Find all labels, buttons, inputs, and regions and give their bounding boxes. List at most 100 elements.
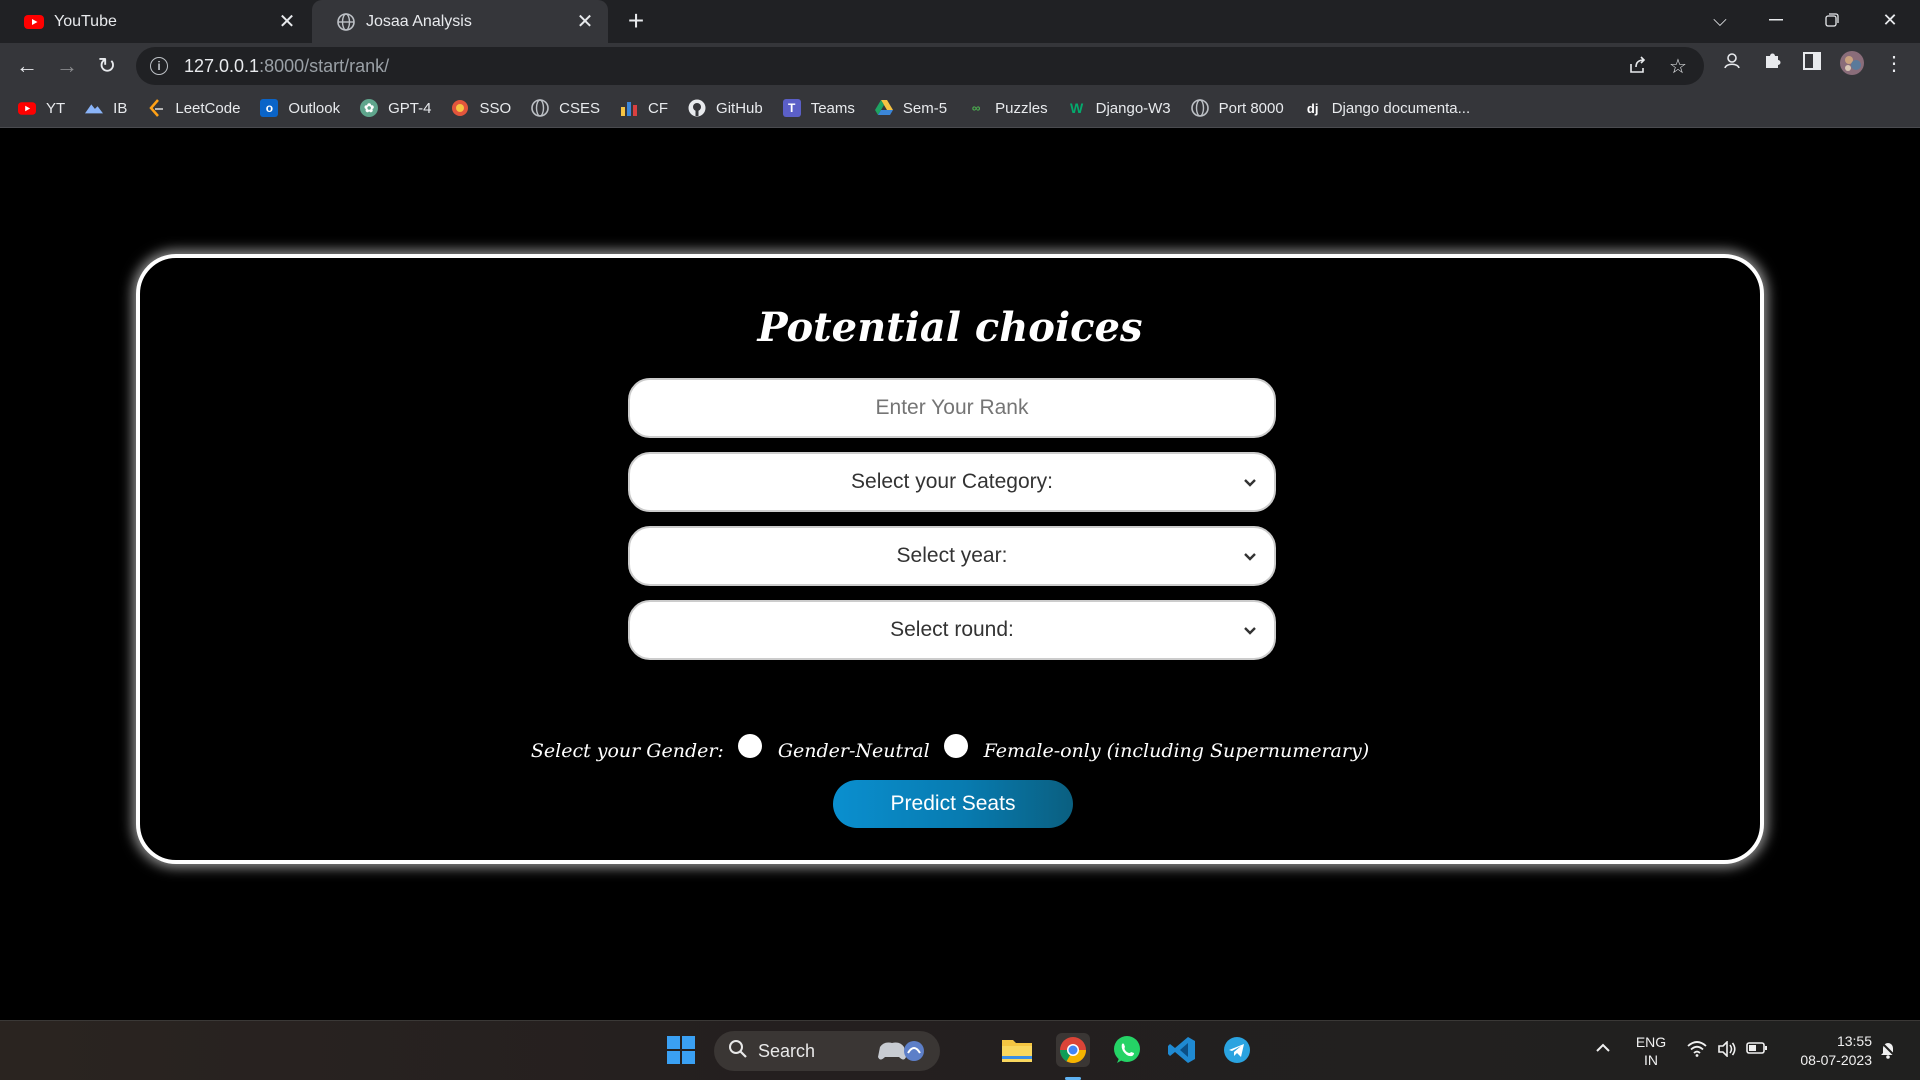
close-window-icon[interactable]: ✕ — [1862, 0, 1918, 40]
share-icon[interactable] — [1626, 55, 1650, 79]
youtube-icon — [18, 99, 36, 117]
notification-bell-icon[interactable] — [1876, 1039, 1900, 1063]
bookmark-gpt-4[interactable]: ✿ GPT-4 — [360, 99, 431, 117]
gender-neutral-radio[interactable] — [737, 734, 762, 758]
vscode-icon[interactable] — [1165, 1033, 1199, 1067]
chrome-icon[interactable] — [1056, 1033, 1090, 1067]
time: 13:55 — [1836, 1033, 1872, 1049]
predict-seats-button[interactable]: Predict Seats — [833, 780, 1073, 828]
bookmark-django-documentation[interactable]: dj Django documenta... — [1304, 99, 1470, 117]
reload-icon[interactable]: ↻ — [92, 51, 122, 81]
youtube-icon — [24, 12, 44, 32]
url-host: 127.0.0.1 — [184, 55, 260, 76]
file-explorer-icon[interactable] — [1000, 1033, 1034, 1067]
taskbar-search[interactable]: Search — [714, 1031, 940, 1071]
tab-youtube[interactable]: YouTube ✕ — [0, 0, 310, 43]
battery-icon[interactable] — [1746, 1041, 1768, 1059]
rank-input[interactable]: Enter Your Rank — [628, 378, 1276, 438]
menu-kebab-icon[interactable]: ⋮ — [1880, 50, 1908, 78]
female-only-label[interactable]: Female-only (including Supernumerary) — [984, 740, 1369, 762]
bookmark-sso[interactable]: SSO — [451, 99, 511, 117]
chevron-down-icon — [1240, 472, 1260, 492]
game-controller-icon — [876, 1037, 926, 1070]
female-only-radio[interactable] — [943, 734, 968, 758]
globe-icon — [1190, 99, 1209, 117]
volume-icon[interactable] — [1716, 1040, 1738, 1061]
forward-icon[interactable]: → — [52, 51, 82, 81]
bookmark-cf[interactable]: CF — [620, 99, 668, 117]
year-select-label: Select year: — [896, 544, 1008, 567]
leetcode-icon — [147, 99, 165, 117]
search-icon — [728, 1039, 748, 1064]
gender-label: Select your Gender: — [530, 740, 724, 762]
globe-icon — [336, 12, 356, 32]
puzzles-icon: ∞ — [971, 101, 981, 115]
whatsapp-icon[interactable] — [1110, 1033, 1144, 1067]
category-select[interactable]: Select your Category: — [628, 452, 1276, 512]
teams-icon: T — [782, 99, 801, 117]
bookmark-yt[interactable]: YT — [18, 99, 65, 117]
browser-toolbar: ← → ↻ i 127.0.0.1:8000/start/rank/ ☆ — [0, 43, 1920, 89]
avatar[interactable] — [1838, 50, 1866, 78]
bookmark-cses[interactable]: CSES — [531, 99, 600, 117]
bookmarks-bar: YT IB LeetCode o Outlook ✿ GPT-4 SSO CSE… — [0, 89, 1920, 128]
outlook-icon: o — [260, 99, 279, 117]
bookmark-puzzles[interactable]: ∞ Puzzles — [967, 99, 1048, 117]
gender-neutral-label[interactable]: Gender-Neutral — [778, 740, 930, 762]
form-card: Potential choices Enter Your Rank Select… — [136, 254, 1764, 864]
sso-icon — [451, 99, 469, 117]
minimize-icon[interactable] — [1748, 0, 1804, 40]
github-icon — [688, 99, 706, 117]
page-content: Potential choices Enter Your Rank Select… — [0, 128, 1920, 1020]
bookmark-sem-5[interactable]: Sem-5 — [874, 99, 947, 117]
bookmark-port-8000[interactable]: Port 8000 — [1190, 99, 1284, 117]
bookmark-star-icon[interactable]: ☆ — [1666, 55, 1690, 79]
tab-title: YouTube — [54, 12, 117, 30]
bookmark-outlook[interactable]: o Outlook — [260, 99, 340, 117]
gender-selector: Select your Gender: Gender-Neutral Femal… — [140, 734, 1760, 768]
tab-title: Josaa Analysis — [366, 12, 472, 30]
mountain-icon — [85, 99, 104, 117]
windows-start-icon[interactable] — [664, 1033, 698, 1067]
close-tab-icon[interactable]: ✕ — [276, 11, 298, 33]
extension-profile-icon[interactable] — [1718, 50, 1746, 78]
tab-search-icon[interactable]: ⌵ — [1692, 0, 1748, 40]
page-title: Potential choices — [757, 304, 1143, 351]
bookmark-github[interactable]: GitHub — [688, 99, 763, 117]
tab-strip: YouTube ✕ Josaa Analysis ✕ + ⌵ ✕ — [0, 0, 1920, 43]
telegram-icon[interactable] — [1220, 1033, 1254, 1067]
chevron-down-icon — [1240, 620, 1260, 640]
back-icon[interactable]: ← — [12, 51, 42, 81]
new-tab-button[interactable]: + — [622, 7, 650, 36]
drive-icon — [874, 99, 893, 117]
w3-icon: W — [1070, 100, 1084, 116]
round-select-label: Select round: — [890, 618, 1014, 641]
openai-icon: ✿ — [360, 99, 379, 117]
year-select[interactable]: Select year: — [628, 526, 1276, 586]
restore-icon[interactable] — [1804, 0, 1860, 40]
round-select[interactable]: Select round: — [628, 600, 1276, 660]
bookmark-teams[interactable]: T Teams — [782, 99, 855, 117]
chevron-up-icon[interactable] — [1591, 1041, 1615, 1058]
address-bar[interactable]: i 127.0.0.1:8000/start/rank/ ☆ — [136, 47, 1704, 85]
django-icon: dj — [1306, 100, 1319, 116]
wifi-icon[interactable] — [1686, 1041, 1708, 1061]
tab-josaa-analysis[interactable]: Josaa Analysis ✕ — [312, 0, 608, 43]
close-tab-icon[interactable]: ✕ — [574, 11, 596, 33]
language-indicator[interactable]: ENG IN — [1626, 1033, 1676, 1069]
clock[interactable]: 13:55 08-07-2023 — [1782, 1032, 1872, 1070]
extensions-puzzle-icon[interactable] — [1759, 50, 1787, 78]
bookmark-django-w3[interactable]: W Django-W3 — [1068, 99, 1171, 117]
search-label: Search — [758, 1040, 816, 1061]
bookmark-leetcode[interactable]: LeetCode — [147, 99, 240, 117]
side-panel-icon[interactable] — [1798, 50, 1826, 78]
chevron-down-icon — [1240, 546, 1260, 566]
taskbar: Search ENG IN 13:55 08-07-2023 — [0, 1020, 1920, 1080]
globe-icon — [531, 99, 549, 117]
date: 08-07-2023 — [1800, 1052, 1872, 1068]
site-info-icon[interactable]: i — [150, 57, 168, 75]
codeforces-icon — [620, 99, 638, 117]
category-select-label: Select your Category: — [851, 470, 1053, 493]
url-path: :8000/start/rank/ — [259, 55, 390, 76]
bookmark-ib[interactable]: IB — [85, 99, 127, 117]
